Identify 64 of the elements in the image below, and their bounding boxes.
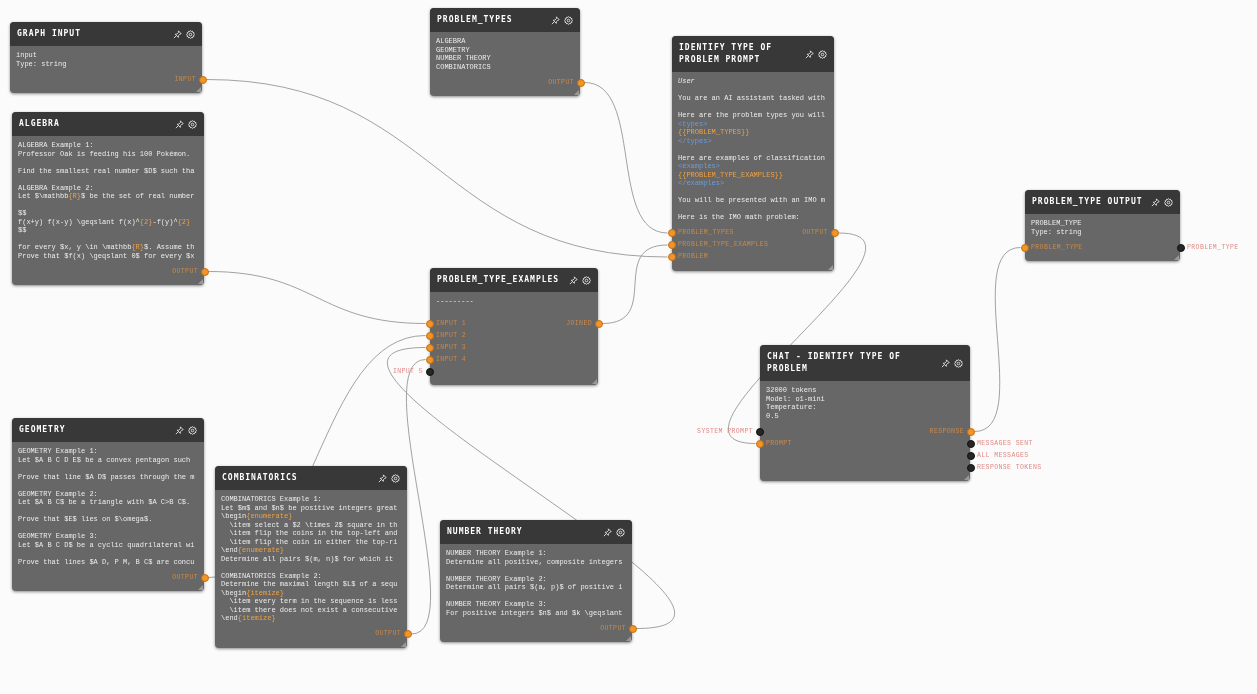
pin-icon[interactable]: [173, 29, 182, 39]
settings-icon[interactable]: [391, 473, 400, 483]
port-dot[interactable]: [200, 267, 209, 276]
pin-icon[interactable]: [569, 275, 578, 285]
port-dot[interactable]: [966, 427, 975, 436]
port-dot[interactable]: [667, 253, 676, 261]
resize-grip-icon[interactable]: [196, 87, 201, 92]
resize-grip-icon[interactable]: [828, 264, 833, 270]
node-title: COMBINATORICS: [222, 472, 299, 484]
node-title: CHAT - IDENTIFY TYPE OF PROBLEM: [767, 351, 902, 375]
settings-icon[interactable]: [954, 358, 963, 368]
resize-grip-icon[interactable]: [574, 90, 579, 95]
port-dot[interactable]: [425, 367, 434, 376]
resize-grip-icon[interactable]: [964, 475, 969, 480]
port-dot[interactable]: [628, 624, 637, 633]
port-dot[interactable]: [667, 229, 676, 237]
pin-icon[interactable]: [1151, 197, 1160, 207]
settings-icon[interactable]: [188, 119, 197, 129]
node-title: GRAPH INPUT: [17, 28, 82, 40]
settings-icon[interactable]: [564, 15, 573, 25]
resize-grip-icon[interactable]: [401, 641, 406, 647]
node-title: NUMBER THEORY: [447, 526, 524, 538]
pin-icon[interactable]: [175, 425, 184, 435]
settings-icon[interactable]: [582, 275, 591, 285]
resize-grip-icon[interactable]: [626, 636, 631, 641]
settings-icon[interactable]: [1164, 197, 1173, 207]
port-dot[interactable]: [966, 463, 975, 472]
port-dot[interactable]: [966, 439, 975, 448]
node-title: PROBLEM_TYPE_EXAMPLES: [437, 274, 561, 286]
settings-icon[interactable]: [186, 29, 195, 39]
port-dot[interactable]: [755, 427, 764, 436]
settings-icon[interactable]: [818, 49, 827, 59]
port-dot[interactable]: [403, 630, 412, 638]
port-dot[interactable]: [198, 75, 207, 84]
port-dot[interactable]: [425, 331, 434, 340]
pin-icon[interactable]: [603, 527, 612, 537]
resize-grip-icon[interactable]: [1174, 255, 1179, 260]
node-title: GEOMETRY: [19, 424, 67, 436]
port-dot[interactable]: [1176, 243, 1185, 252]
pin-icon[interactable]: [175, 119, 184, 129]
pin-icon[interactable]: [551, 15, 560, 25]
port-dot[interactable]: [667, 241, 676, 249]
resize-grip-icon[interactable]: [592, 379, 597, 384]
port-dot[interactable]: [966, 451, 975, 460]
pin-icon[interactable]: [378, 473, 387, 483]
node-title: IDENTIFY TYPE OF PROBLEM PROMPT: [679, 42, 774, 66]
pin-icon[interactable]: [805, 49, 814, 59]
port-dot[interactable]: [830, 229, 839, 237]
resize-grip-icon[interactable]: [198, 585, 203, 590]
port-dot[interactable]: [425, 319, 434, 328]
settings-icon[interactable]: [616, 527, 625, 537]
port-dot[interactable]: [1020, 243, 1029, 252]
node-title: PROBLEM_TYPES: [437, 14, 514, 26]
settings-icon[interactable]: [188, 425, 197, 435]
port-dot[interactable]: [594, 319, 603, 328]
pin-icon[interactable]: [941, 358, 950, 368]
port-dot[interactable]: [576, 78, 585, 87]
port-dot[interactable]: [200, 573, 209, 582]
port-dot[interactable]: [755, 439, 764, 448]
resize-grip-icon[interactable]: [198, 279, 203, 284]
port-dot[interactable]: [425, 355, 434, 364]
node-title: ALGEBRA: [19, 118, 61, 130]
node-title: PROBLEM_TYPE OUTPUT: [1032, 196, 1144, 208]
port-dot[interactable]: [425, 343, 434, 352]
